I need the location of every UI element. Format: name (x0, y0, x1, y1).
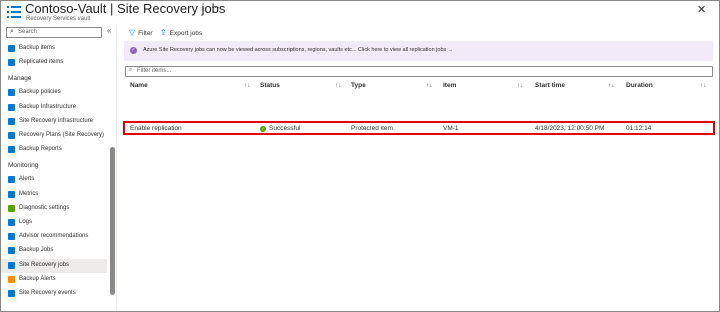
sidebar-item-site-recovery-jobs[interactable]: Site Recovery jobs (1, 258, 107, 273)
page-title: Contoso-Vault | Site Recovery jobs (25, 1, 225, 16)
backup-policies-icon (8, 89, 15, 97)
sidebar-item-label: Backup policies (19, 89, 61, 96)
filter-button[interactable]: ▽ Filter (129, 28, 153, 37)
sidebar-item-label: Site Recovery events (19, 290, 76, 296)
export-icon: ⇪ (160, 28, 167, 37)
sort-item-icon[interactable]: ↑↓ (517, 82, 524, 89)
filter-items-input[interactable]: ⌕ Filter items... (125, 66, 713, 77)
more-icon[interactable]: ··· (211, 2, 220, 12)
site-recovery-events-icon (8, 290, 15, 297)
sidebar-item-recovery-plans-site-recovery[interactable]: Recovery Plans (Site Recovery) (1, 129, 107, 143)
sidebar-item-label: Alerts (19, 176, 35, 183)
filter-items-placeholder: Filter items... (137, 68, 172, 74)
page-subtitle: Recovery Services vault (26, 16, 91, 22)
backup-infrastructure-icon (8, 103, 15, 111)
sidebar-item-site-recovery-infrastructure[interactable]: Site Recovery infrastructure (1, 115, 107, 129)
vault-name: Contoso-Vault (25, 1, 107, 16)
sidebar-item-metrics[interactable]: Metrics (1, 188, 107, 202)
page-header: Contoso-Vault | Site Recovery jobs Recov… (1, 1, 719, 25)
sidebar-item-diagnostic-settings[interactable]: Diagnostic settings (1, 202, 107, 216)
cell-status-text: Successful (269, 125, 301, 132)
sidebar-item-label: Logs (19, 219, 33, 225)
column-header-start-time[interactable]: Start time (535, 82, 565, 89)
sidebar-item-backup-jobs[interactable]: Backup Jobs (1, 244, 107, 258)
sidebar-item-backup-policies[interactable]: Backup policies (1, 86, 107, 100)
sidebar-item-label: Site Recovery jobs (19, 261, 70, 268)
vault-icon (7, 6, 21, 18)
cell-duration: 01:12:14 (626, 125, 652, 132)
diagnostic-settings-icon (8, 204, 15, 212)
column-header-status[interactable]: Status (260, 82, 280, 89)
filter-button-label: Filter (138, 30, 153, 37)
column-header-item[interactable]: Item (443, 82, 456, 89)
sidebar-item-label: Metrics (19, 190, 39, 197)
cell-name[interactable]: Enable replication (130, 125, 182, 132)
sidebar-item-label: Site Recovery infrastructure (19, 117, 94, 124)
column-header-name[interactable]: Name (130, 82, 148, 89)
sort-start-time-icon[interactable]: ↑↓ (608, 82, 615, 89)
sidebar-item-backup-items[interactable]: Backup items (1, 42, 107, 56)
alerts-icon (8, 176, 15, 184)
recovery-plans-icon (8, 132, 15, 139)
title-separator: | (106, 1, 118, 16)
export-jobs-button[interactable]: ⇪ Export jobs (160, 28, 202, 37)
cell-type: Protected item (351, 125, 393, 132)
filter-search-icon: ⌕ (129, 67, 133, 73)
sidebar-item-logs[interactable]: Logs (1, 216, 107, 230)
close-icon[interactable]: ✕ (697, 3, 706, 16)
search-input[interactable]: ⌕ Search (6, 27, 102, 38)
search-icon: ⌕ (10, 28, 14, 35)
backup-jobs-icon (8, 247, 15, 255)
site-recovery-infrastructure-icon (8, 117, 15, 125)
cell-status: ✓ Successful (260, 125, 300, 132)
sidebar-item-label: Backup Jobs (19, 247, 54, 254)
sidebar-item-label: Diagnostic settings (19, 204, 70, 211)
sort-type-icon[interactable]: ↑↓ (426, 82, 433, 89)
search-placeholder: Search (18, 29, 38, 35)
filter-icon: ▽ (129, 28, 136, 37)
info-banner-icon: ✓ (130, 47, 137, 54)
sidebar-section-manage: Manage (8, 75, 32, 83)
sidebar-item-label: Advisor recommendations (19, 233, 89, 240)
sidebar: ⌕ Search « Backup items Replicated items M… (1, 25, 117, 311)
sidebar-item-label: Backup items (19, 45, 56, 51)
backup-items-icon (8, 45, 15, 52)
info-banner[interactable]: ✓ Azure Site Recovery jobs can now be vi… (124, 41, 713, 61)
metrics-icon (8, 190, 15, 198)
cell-item: VM-1 (443, 125, 459, 132)
blade-title: Site Recovery jobs (117, 1, 226, 16)
sort-status-icon[interactable]: ↑↓ (335, 82, 342, 89)
logs-icon (8, 219, 15, 226)
sidebar-item-label: Backup Infrastructure (19, 103, 77, 110)
sidebar-item-label: Recovery Plans (Site Recovery) (19, 132, 105, 138)
sidebar-item-backup-alerts[interactable]: Backup Alerts (1, 273, 107, 287)
column-header-type[interactable]: Type (351, 82, 366, 89)
sidebar-item-label: Replicated items (19, 59, 64, 66)
export-button-label: Export jobs (169, 30, 203, 37)
success-check-icon: ✓ (260, 126, 266, 132)
sidebar-item-backup-infrastructure[interactable]: Backup Infrastructure (1, 101, 107, 115)
sort-name-icon[interactable]: ↑↓ (244, 82, 251, 89)
sidebar-item-advisor-recommendations[interactable]: Advisor recommendations (1, 230, 107, 244)
backup-reports-icon (8, 146, 15, 154)
site-recovery-jobs-icon (8, 261, 15, 269)
pin-icon[interactable]: ☆ (199, 4, 206, 13)
sidebar-item-backup-reports[interactable]: Backup Reports (1, 143, 107, 157)
sidebar-item-replicated-items[interactable]: Replicated items (1, 56, 107, 70)
column-header-duration[interactable]: Duration (626, 82, 653, 89)
sidebar-item-alerts[interactable]: Alerts (1, 173, 107, 187)
replicated-items-icon (8, 59, 15, 67)
sidebar-scrollbar-thumb[interactable] (110, 147, 115, 295)
advisor-icon (8, 233, 15, 241)
collapse-sidebar-icon[interactable]: « (107, 26, 111, 35)
sort-duration-icon[interactable]: ↑↓ (700, 82, 707, 89)
sidebar-item-label: Backup Alerts (19, 275, 56, 282)
sidebar-section-monitoring: Monitoring (8, 162, 39, 170)
sidebar-item-site-recovery-events[interactable]: Site Recovery events (1, 287, 107, 301)
backup-alerts-icon (8, 275, 15, 283)
sidebar-item-label: Backup Reports (19, 146, 62, 153)
info-banner-text[interactable]: Azure Site Recovery jobs can now be view… (143, 47, 453, 53)
cell-start-time: 4/18/2023, 12:00:50 PM (535, 125, 605, 132)
